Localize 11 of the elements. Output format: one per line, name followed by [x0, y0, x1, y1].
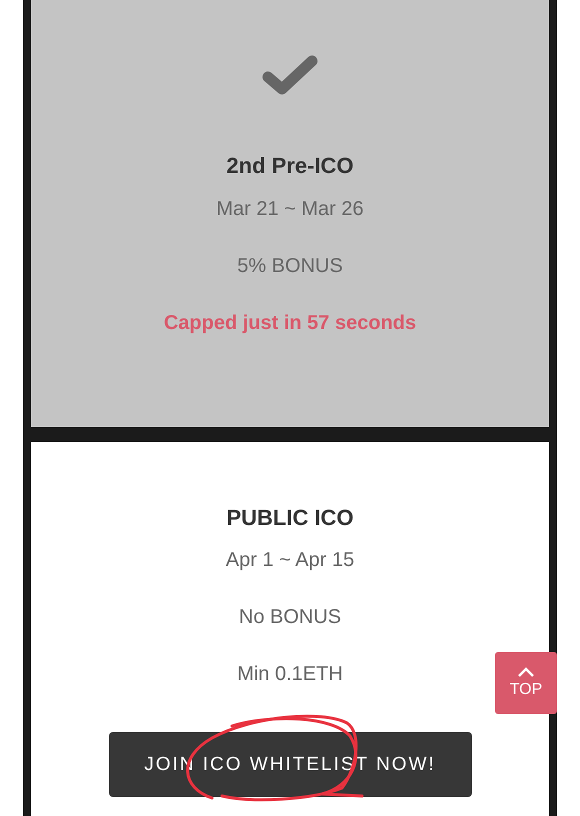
- chevron-up-icon: [517, 667, 535, 677]
- checkmark-icon: [262, 55, 318, 95]
- stage-dates: Apr 1 ~ Apr 15: [226, 548, 354, 573]
- bonus-text: 5% BONUS: [237, 254, 343, 279]
- stage-title: 2nd Pre-ICO: [226, 153, 354, 179]
- minimum-text: Min 0.1ETH: [237, 662, 343, 687]
- capped-note: Capped just in 57 seconds: [164, 311, 416, 336]
- stage-title: PUBLIC ICO: [226, 505, 354, 531]
- stage-dates: Mar 21 ~ Mar 26: [216, 197, 364, 222]
- back-to-top-button[interactable]: TOP: [495, 652, 557, 714]
- bonus-text: No BONUS: [238, 605, 342, 630]
